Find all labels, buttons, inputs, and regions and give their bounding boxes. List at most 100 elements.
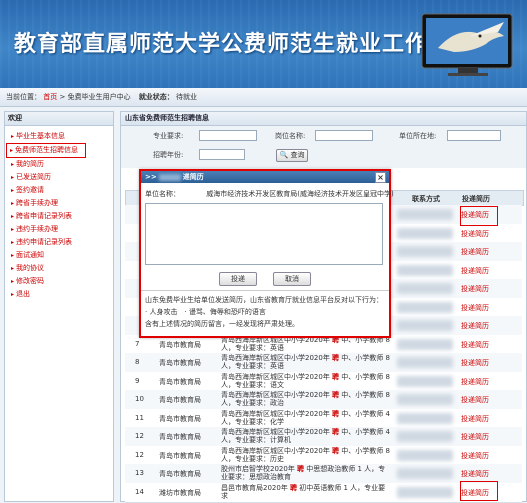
redacted-contact [397,283,453,294]
row-position-keyword: 聘 [332,428,340,436]
header-banner: 教育部直属师范大学公费师范生就业工作平台 [0,0,527,88]
redacted-contact [397,264,453,276]
location-input[interactable] [447,130,501,141]
breadcrumb: 当前位置： 首页 > 免费毕业生用户中心 就业状态： 待就业 [0,88,527,107]
sidebar-item-cross-province-records[interactable]: 跨省申请记录列表 [5,210,113,223]
sidebar-item-my-resume[interactable]: 我的简历 [5,158,113,171]
year-label: 招聘年份: [153,151,184,159]
table-row: 12 青岛市教育局 青岛西海岸新区城区中小学2020年 聘 中、小学教师 8 人，专… [125,445,522,466]
highlight-box [460,481,498,501]
sidebar-item-recruitment-info[interactable]: 免费师范生招聘信息 [6,143,86,158]
row-unit: 青岛市教育局 [159,414,201,423]
sidebar-item-interview-notices[interactable]: 面试通知 [5,249,113,262]
position-input[interactable] [315,130,373,141]
sidebar-item-cross-province[interactable]: 跨省手续办理 [5,197,113,210]
submit-resume-link[interactable]: 投递简历 [461,303,489,313]
banner-title: 教育部直属师范大学公费师范生就业工作平台 [14,32,475,57]
redacted-contact [397,468,453,479]
redacted-contact [397,357,453,368]
dialog-header: >> 递简历 × [141,171,389,183]
search-form: 专业要求: 岗位名称: 单位所在地: 招聘年份: [121,126,526,168]
panel-title: 山东省免费师范生招聘信息 [121,112,526,126]
table-row: 11 青岛市教育局 青岛西海岸新区城区中小学2020年 聘 中、小学教师 4 人，专… [125,408,522,429]
sidebar-item-sign-invitations[interactable]: 签约邀请 [5,184,113,197]
submit-resume-link[interactable]: 投递简历 [461,395,489,405]
row-position-keyword: 聘 [332,372,340,381]
monitor-eagle-icon [421,13,513,76]
submit-resume-link[interactable]: 投递简历 [461,284,489,294]
submit-resume-link[interactable]: 投递简历 [461,377,489,387]
row-position-keyword: 聘 [290,483,298,492]
row-number: 8 [135,358,140,366]
sidebar-item-sent-resumes[interactable]: 已发送简历 [5,171,113,184]
row-unit: 青岛市教育局 [159,470,201,478]
row-number: 12 [135,450,144,459]
row-number: 13 [135,469,144,477]
sidebar-item-my-agreement[interactable]: 我的协议 [5,262,113,275]
row-unit: 青岛市教育局 [159,377,201,386]
row-position: 胶州市启智学校2020年 聘 中思想政治教师 1 人，专业要求：思想政治教育 [221,465,391,481]
row-position-keyword: 聘 [332,446,340,455]
row-unit: 青岛市教育局 [159,359,201,367]
row-number: 10 [135,395,144,403]
sidebar-menu: 毕业生基本信息 免费师范生招聘信息 我的简历 已发送简历 签约邀请 跨省手续办理… [5,126,113,301]
submit-resume-link[interactable]: 投递简历 [461,321,489,331]
breadcrumb-separator: > [59,93,66,101]
table-row: 9 青岛市教育局 青岛西海岸新区城区中小学2020年 聘 中、小学教师 8 人，专业… [125,371,522,392]
divider [141,290,389,291]
submit-button[interactable]: 投递 [219,272,257,286]
sidebar-title: 欢迎 [5,112,113,126]
row-position-keyword: 聘 [332,409,340,418]
table-row: 8 青岛市教育局 青岛西海岸新区城区中小学2020年 聘 中、小学教师 8 人，专业… [125,353,522,373]
submit-resume-link[interactable]: 投递简历 [461,247,489,257]
dialog-title: 递简历 [182,173,204,181]
redacted-contact [397,431,453,442]
redacted-contact [397,486,453,498]
submit-resume-link[interactable]: 投递简历 [461,340,489,350]
message-textarea[interactable] [145,203,383,265]
query-button[interactable]: 🔍 查询 [276,149,308,162]
unit-name-label: 单位名称： [145,190,180,198]
row-position-text: 青岛西海岸新区城区中小学2020年 [221,409,333,418]
submit-resume-link[interactable]: 投递简历 [461,414,489,424]
unit-name-value: 威海市经济技术开发区教育局(威海经济技术开发区皇冠中学) [206,190,394,198]
breadcrumb-home-link[interactable]: 首页 [43,88,57,106]
row-position-keyword: 聘 [332,391,340,399]
close-icon[interactable]: × [375,172,386,183]
query-button-label: 查询 [290,151,305,159]
breadcrumb-current: 免费毕业生用户中心 [67,93,131,101]
submit-resume-link[interactable]: 投递简历 [461,229,489,239]
table-row: 10 青岛市教育局 青岛西海岸新区城区中小学2020年 聘 中、小学教师 8 人，专… [125,390,522,410]
row-unit: 青岛市教育局 [159,451,201,460]
major-input[interactable] [199,130,257,141]
sidebar-item-breach-procedure[interactable]: 违约手续办理 [5,223,113,236]
submit-resume-link[interactable]: 投递简历 [461,266,489,276]
unit-name-row: 单位名称： 威海市经济技术开发区教育局(威海经济技术开发区皇冠中学) [145,189,394,199]
notice-line-2: · 人身攻击 · 谩骂、侮辱和恐吓的语言 [145,308,266,316]
submit-resume-link[interactable]: 投递简历 [461,358,489,368]
row-position-text: 青岛西海岸新区城区中小学2020年 [221,354,333,362]
submit-resume-link[interactable]: 投递简历 [461,432,489,442]
row-position: 青岛西海岸新区城区中小学2020年 聘 中、小学教师 8 人，专业要求：政治 [221,391,391,407]
row-number: 7 [135,339,140,348]
cancel-button[interactable]: 取消 [273,272,311,286]
header-action: 投递简历 [462,195,490,203]
redacted-contact [397,227,453,239]
sidebar-item-change-password[interactable]: 修改密码 [5,275,113,288]
breadcrumb-prefix: 当前位置： [6,93,41,101]
redacted-contact [397,246,453,257]
row-position: 青岛西海岸新区城区中小学2020年 聘 中、小学教师 8 人，专业要求：英语 [221,354,391,370]
resume-submit-dialog: >> 递简历 × 单位名称： 威海市经济技术开发区教育局(威海经济技术开发区皇冠中… [139,169,394,338]
submit-resume-link[interactable]: 投递简历 [461,469,489,479]
header-contact: 联系方式 [412,195,440,203]
redacted-contact [397,394,453,405]
year-input[interactable] [199,149,245,160]
sidebar-item-breach-records[interactable]: 违约申请记录列表 [5,236,113,249]
sidebar-item-logout[interactable]: 退出 [5,288,113,301]
location-label: 单位所在地: [399,132,437,140]
row-position-text: 青岛西海岸新区城区中小学2020年 [221,446,333,455]
row-number: 9 [135,376,140,385]
row-unit: 青岛市教育局 [159,340,201,349]
sidebar-item-basic-info[interactable]: 毕业生基本信息 [5,130,113,143]
submit-resume-link[interactable]: 投递简历 [461,451,489,461]
